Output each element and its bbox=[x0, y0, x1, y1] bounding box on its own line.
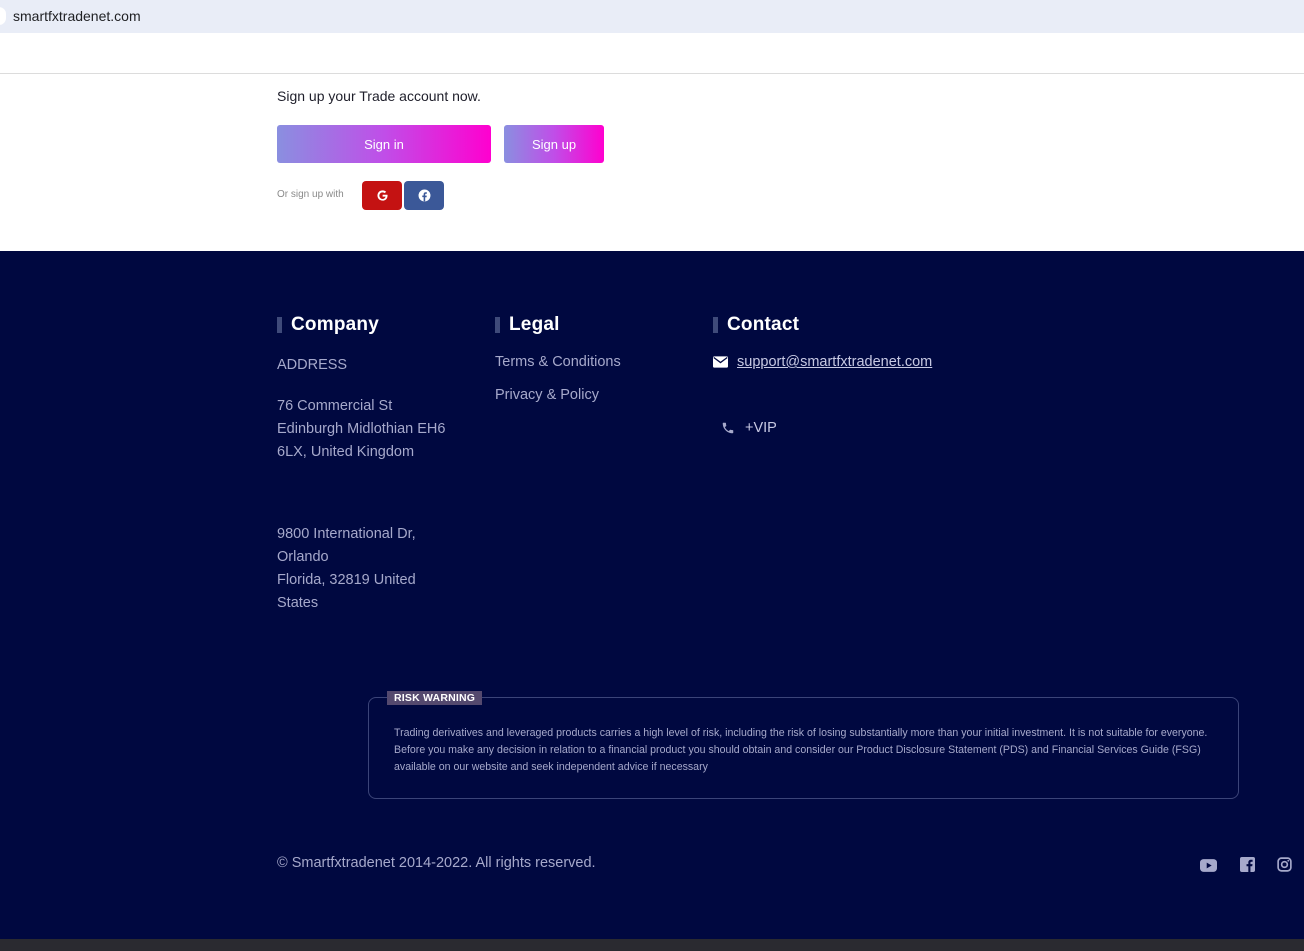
address-line: Edinburgh Midlothian EH6 bbox=[277, 421, 446, 437]
contact-heading-text: Contact bbox=[727, 314, 800, 335]
browser-url-bar[interactable]: smartfxtradenet.com bbox=[0, 0, 1304, 33]
privacy-policy-link[interactable]: Privacy & Policy bbox=[495, 387, 599, 403]
sign-in-button[interactable]: Sign in bbox=[277, 125, 491, 163]
address-line: Orlando bbox=[277, 549, 329, 565]
copyright-text: © Smartfxtradenet 2014-2022. All rights … bbox=[277, 855, 596, 871]
or-sign-up-with-label: Or sign up with bbox=[277, 189, 344, 200]
phone-icon bbox=[722, 422, 734, 434]
youtube-icon bbox=[1199, 858, 1217, 872]
risk-warning-box: RISK WARNING Trading derivatives and lev… bbox=[368, 691, 1239, 799]
bottom-strip bbox=[0, 939, 1304, 951]
heading-accent-bar bbox=[277, 317, 282, 333]
contact-phone[interactable]: +VIP bbox=[721, 420, 777, 436]
instagram-icon bbox=[1276, 856, 1292, 872]
legal-heading: Legal bbox=[495, 314, 695, 336]
heading-accent-bar bbox=[713, 317, 718, 333]
contact-email-text: support@smartfxtradenet.com bbox=[737, 354, 933, 370]
footer-contact-column: Contact support@smartfxtradenet.com +VIP bbox=[713, 314, 993, 436]
contact-email-link[interactable]: support@smartfxtradenet.com bbox=[713, 354, 932, 370]
envelope-icon bbox=[713, 356, 728, 368]
url-text[interactable]: smartfxtradenet.com bbox=[13, 8, 141, 24]
signup-section: Sign up your Trade account now. Sign in … bbox=[0, 74, 1304, 251]
facebook-footer-link[interactable] bbox=[1238, 856, 1256, 872]
google-signup-button[interactable] bbox=[362, 181, 402, 210]
facebook-square-icon bbox=[1239, 856, 1255, 872]
sign-up-button[interactable]: Sign up bbox=[504, 125, 604, 163]
address-uk: 76 Commercial St Edinburgh Midlothian EH… bbox=[277, 395, 467, 464]
facebook-signup-button[interactable] bbox=[404, 181, 444, 210]
company-heading: Company bbox=[277, 314, 477, 336]
contact-phone-text: +VIP bbox=[745, 420, 777, 436]
footer-company-column: Company ADDRESS 76 Commercial St Edinbur… bbox=[277, 314, 477, 611]
footer-legal-column: Legal Terms & Conditions Privacy & Polic… bbox=[495, 314, 695, 403]
site-footer: Company ADDRESS 76 Commercial St Edinbur… bbox=[0, 251, 1304, 939]
header-strip bbox=[0, 33, 1304, 74]
risk-warning-label: RISK WARNING bbox=[387, 691, 483, 705]
address-line: 9800 International Dr, bbox=[277, 526, 416, 542]
address-line: Florida, 32819 United bbox=[277, 572, 416, 588]
facebook-icon bbox=[418, 189, 430, 202]
address-label: ADDRESS bbox=[277, 357, 348, 373]
address-line: 6LX, United Kingdom bbox=[277, 444, 415, 460]
terms-conditions-link[interactable]: Terms & Conditions bbox=[495, 354, 621, 370]
instagram-link[interactable] bbox=[1275, 856, 1293, 872]
address-us: 9800 International Dr, Orlando Florida, … bbox=[277, 523, 467, 615]
google-icon bbox=[376, 190, 388, 201]
address-line: States bbox=[277, 595, 319, 611]
legal-heading-text: Legal bbox=[509, 314, 560, 335]
address-line: 76 Commercial St bbox=[277, 398, 393, 414]
site-info-icon[interactable] bbox=[0, 7, 6, 25]
company-heading-text: Company bbox=[291, 314, 379, 335]
risk-warning-text: Trading derivatives and leveraged produc… bbox=[394, 727, 1208, 773]
contact-heading: Contact bbox=[713, 314, 993, 336]
signup-tagline: Sign up your Trade account now. bbox=[277, 88, 481, 104]
youtube-link[interactable] bbox=[1199, 857, 1217, 873]
heading-accent-bar bbox=[495, 317, 500, 333]
